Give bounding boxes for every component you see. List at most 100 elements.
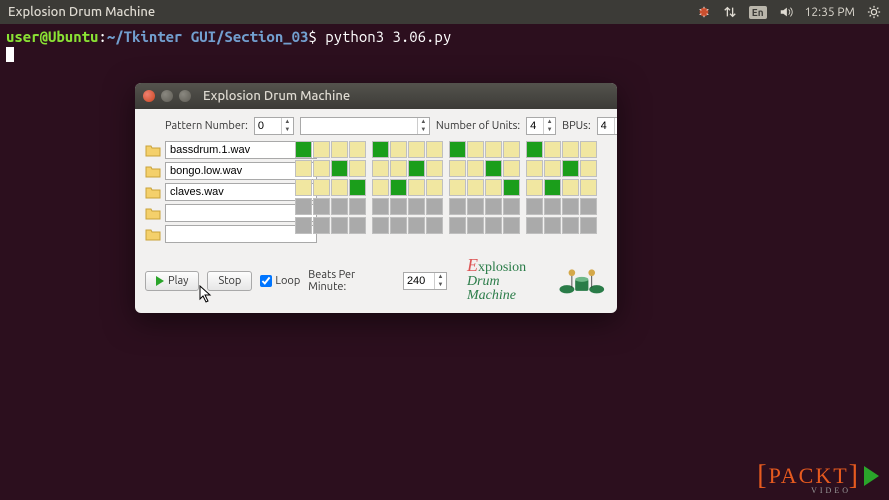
play-button[interactable]: Play <box>145 271 199 291</box>
sequencer-cell[interactable] <box>467 141 484 158</box>
sequencer-cell[interactable] <box>331 160 348 177</box>
sequencer-cell[interactable] <box>580 198 597 215</box>
sequencer-cell[interactable] <box>467 198 484 215</box>
units-input[interactable] <box>527 118 543 134</box>
clock[interactable]: 12:35 PM <box>805 6 855 19</box>
stop-button[interactable]: Stop <box>207 271 252 291</box>
window-titlebar[interactable]: Explosion Drum Machine <box>135 83 617 109</box>
pattern-name-field[interactable]: ▲▼ <box>300 117 430 135</box>
sequencer-cell[interactable] <box>503 179 520 196</box>
sequencer-cell[interactable] <box>349 217 366 234</box>
sequencer-cell[interactable] <box>426 217 443 234</box>
sequencer-cell[interactable] <box>349 141 366 158</box>
bpus-spinbox[interactable]: ▲▼ <box>597 117 617 135</box>
pattern-name-input[interactable] <box>301 118 417 134</box>
sequencer-cell[interactable] <box>562 198 579 215</box>
sequencer-cell[interactable] <box>562 179 579 196</box>
spin-down[interactable]: ▼ <box>282 126 293 134</box>
volume-icon[interactable] <box>779 5 793 19</box>
sequencer-cell[interactable] <box>390 217 407 234</box>
sequencer-cell[interactable] <box>408 160 425 177</box>
sequencer-cell[interactable] <box>562 160 579 177</box>
sequencer-cell[interactable] <box>372 160 389 177</box>
sequencer-cell[interactable] <box>390 141 407 158</box>
sequencer-cell[interactable] <box>467 160 484 177</box>
network-icon[interactable] <box>723 5 737 19</box>
sequencer-cell[interactable] <box>467 179 484 196</box>
sequencer-cell[interactable] <box>503 217 520 234</box>
sequencer-cell[interactable] <box>485 179 502 196</box>
sequencer-cell[interactable] <box>331 198 348 215</box>
sequencer-cell[interactable] <box>526 198 543 215</box>
sequencer-cell[interactable] <box>372 179 389 196</box>
sequencer-cell[interactable] <box>426 141 443 158</box>
sequencer-cell[interactable] <box>449 179 466 196</box>
window-minimize-button[interactable] <box>161 90 173 102</box>
window-close-button[interactable] <box>143 90 155 102</box>
sequencer-cell[interactable] <box>408 179 425 196</box>
bpus-input[interactable] <box>598 118 614 134</box>
folder-icon[interactable] <box>145 205 161 221</box>
sequencer-cell[interactable] <box>313 160 330 177</box>
sequencer-cell[interactable] <box>372 217 389 234</box>
sequencer-cell[interactable] <box>295 198 312 215</box>
sequencer-cell[interactable] <box>426 179 443 196</box>
sequencer-cell[interactable] <box>526 179 543 196</box>
sequencer-cell[interactable] <box>562 217 579 234</box>
sequencer-cell[interactable] <box>544 141 561 158</box>
folder-icon[interactable] <box>145 142 161 158</box>
sequencer-cell[interactable] <box>313 198 330 215</box>
sequencer-cell[interactable] <box>408 198 425 215</box>
sequencer-cell[interactable] <box>449 141 466 158</box>
sequencer-cell[interactable] <box>426 198 443 215</box>
spin-up[interactable]: ▲ <box>282 118 293 126</box>
sequencer-cell[interactable] <box>295 217 312 234</box>
sequencer-cell[interactable] <box>485 160 502 177</box>
sequencer-cell[interactable] <box>467 217 484 234</box>
sequencer-cell[interactable] <box>426 160 443 177</box>
sequencer-cell[interactable] <box>349 160 366 177</box>
sequencer-cell[interactable] <box>313 141 330 158</box>
loop-checkbox-input[interactable] <box>260 275 272 287</box>
sequencer-cell[interactable] <box>390 198 407 215</box>
sequencer-cell[interactable] <box>349 179 366 196</box>
sequencer-cell[interactable] <box>408 141 425 158</box>
sequencer-cell[interactable] <box>372 198 389 215</box>
sequencer-cell[interactable] <box>331 179 348 196</box>
bug-icon[interactable] <box>697 5 711 19</box>
sequencer-cell[interactable] <box>544 179 561 196</box>
sequencer-cell[interactable] <box>485 198 502 215</box>
sequencer-cell[interactable] <box>526 160 543 177</box>
sequencer-cell[interactable] <box>349 198 366 215</box>
folder-icon[interactable] <box>145 184 161 200</box>
sequencer-cell[interactable] <box>331 217 348 234</box>
sequencer-cell[interactable] <box>562 141 579 158</box>
folder-icon[interactable] <box>145 226 161 242</box>
sequencer-cell[interactable] <box>485 217 502 234</box>
sequencer-cell[interactable] <box>331 141 348 158</box>
keyboard-indicator[interactable]: En <box>749 6 767 19</box>
sequencer-cell[interactable] <box>449 160 466 177</box>
sequencer-cell[interactable] <box>580 179 597 196</box>
sequencer-cell[interactable] <box>449 198 466 215</box>
bpm-spinbox[interactable]: ▲▼ <box>403 272 447 290</box>
sequencer-cell[interactable] <box>372 141 389 158</box>
gear-icon[interactable] <box>867 5 881 19</box>
loop-checkbox[interactable]: Loop <box>260 275 300 287</box>
sequencer-cell[interactable] <box>390 160 407 177</box>
sequencer-cell[interactable] <box>544 198 561 215</box>
folder-icon[interactable] <box>145 163 161 179</box>
sequencer-cell[interactable] <box>313 179 330 196</box>
sequencer-cell[interactable] <box>313 217 330 234</box>
sequencer-cell[interactable] <box>526 217 543 234</box>
sequencer-cell[interactable] <box>295 179 312 196</box>
pattern-number-input[interactable] <box>255 118 281 134</box>
sequencer-cell[interactable] <box>526 141 543 158</box>
sequencer-cell[interactable] <box>580 160 597 177</box>
sequencer-cell[interactable] <box>580 217 597 234</box>
sequencer-cell[interactable] <box>449 217 466 234</box>
sequencer-cell[interactable] <box>295 160 312 177</box>
sequencer-cell[interactable] <box>485 141 502 158</box>
sequencer-cell[interactable] <box>503 160 520 177</box>
sequencer-cell[interactable] <box>390 179 407 196</box>
